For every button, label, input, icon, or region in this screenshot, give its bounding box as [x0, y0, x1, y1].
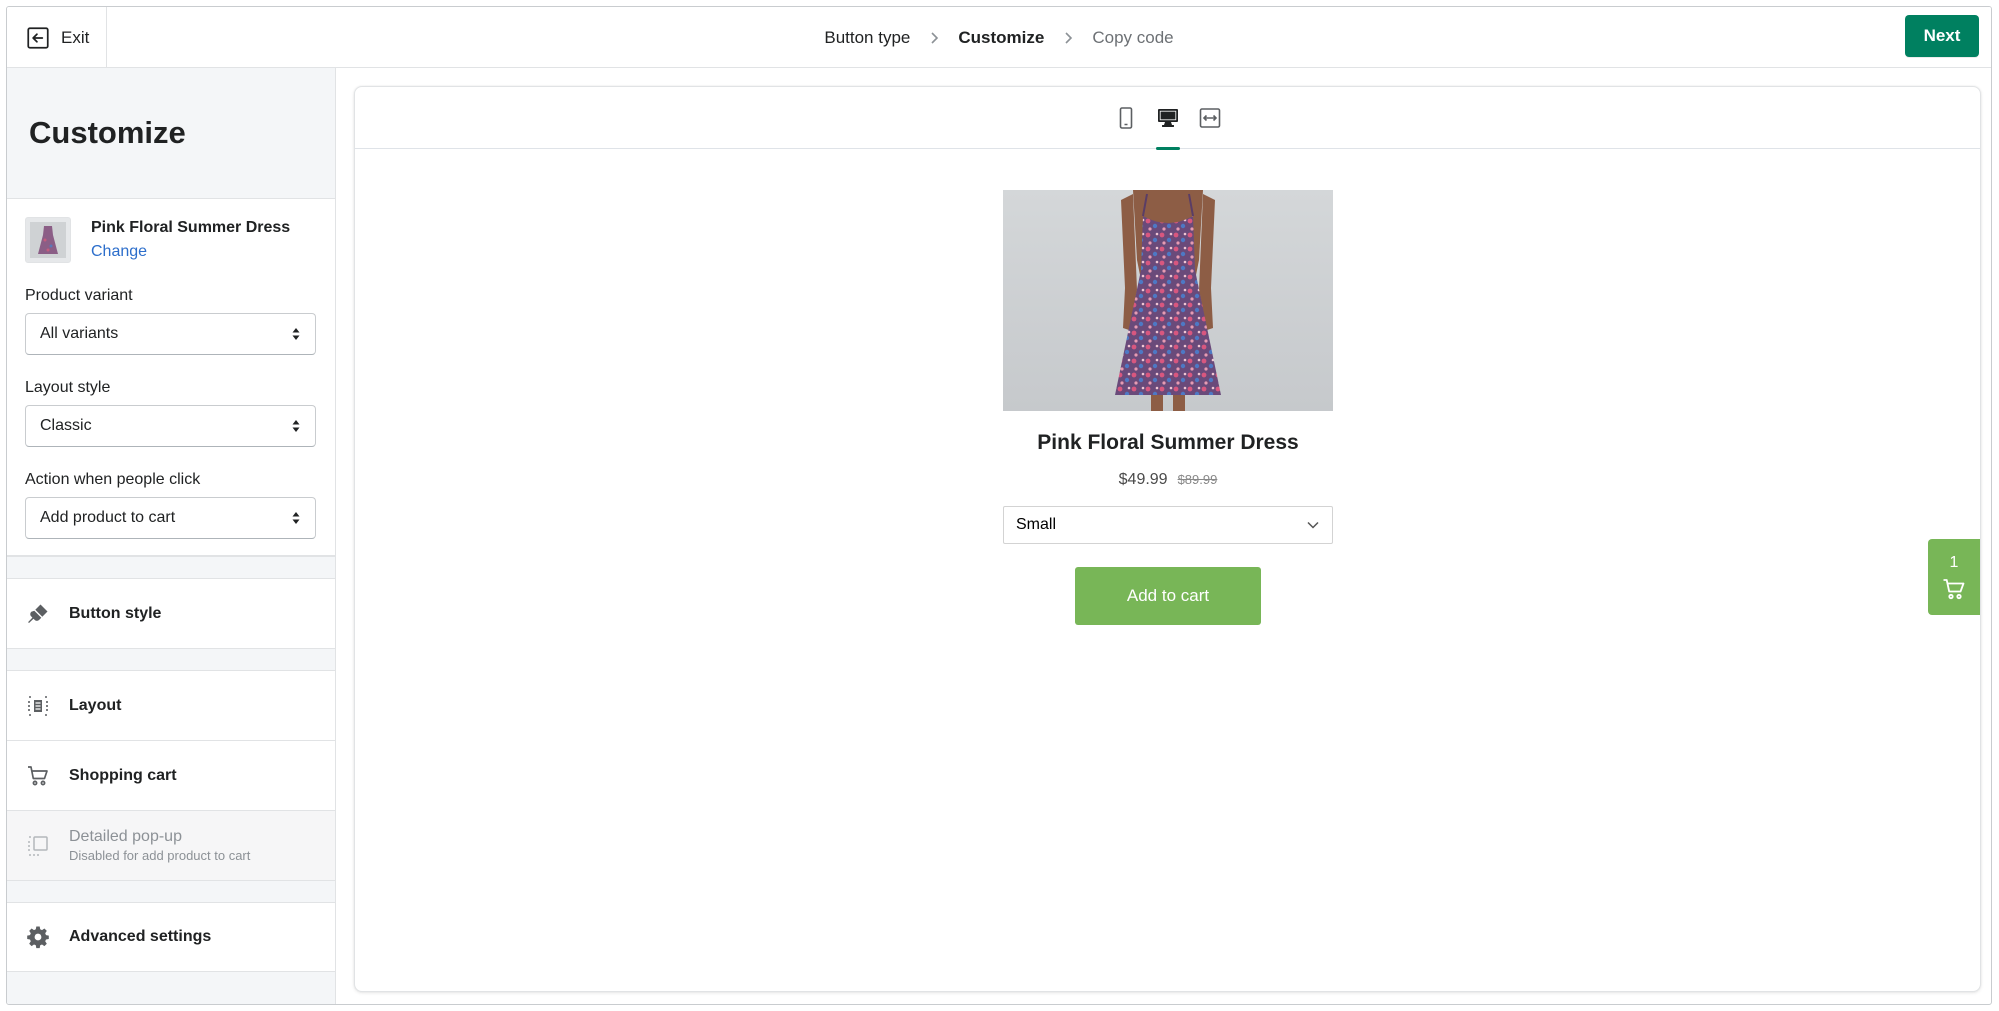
- breadcrumb: Button type Customize Copy code: [7, 7, 1991, 68]
- sidebar-item-label: Detailed pop-up: [69, 828, 182, 845]
- sidebar-title: Customize: [7, 68, 335, 198]
- click-action-value: Add product to cart: [40, 509, 176, 526]
- sidebar-item-label: Layout: [69, 696, 122, 714]
- product-settings-card: Pink Floral Summer Dress Change Product …: [7, 198, 335, 556]
- sidebar-item-shopping-cart[interactable]: Shopping cart: [7, 740, 335, 810]
- chevron-down-icon: [1307, 521, 1319, 529]
- exit-button[interactable]: Exit: [7, 7, 107, 68]
- cart-icon: [25, 763, 51, 789]
- dress-thumbnail-icon: [30, 222, 66, 258]
- layout-style-label: Layout style: [25, 379, 111, 396]
- buy-button-preview: Pink Floral Summer Dress $49.99 $89.99 S…: [1003, 190, 1333, 625]
- preview-panel: Pink Floral Summer Dress $49.99 $89.99 S…: [354, 86, 1981, 992]
- chevron-right-icon: [928, 30, 940, 46]
- expand-width-icon: [1199, 107, 1220, 128]
- chevron-right-icon: [1062, 30, 1074, 46]
- compare-at-price: $89.99: [1177, 472, 1218, 487]
- sidebar: Customize Pink Floral Summer Dress Chang…: [7, 68, 336, 1004]
- click-action-label: Action when people click: [25, 471, 201, 488]
- fullwidth-view-button[interactable]: [1189, 87, 1231, 149]
- app-window: Exit Button type Customize Copy code Nex…: [6, 6, 1992, 1005]
- select-arrows-icon: [292, 512, 300, 524]
- exit-label: Exit: [61, 27, 90, 47]
- top-bar: Exit Button type Customize Copy code Nex…: [7, 7, 1991, 68]
- breadcrumb-customize[interactable]: Customize: [958, 28, 1044, 48]
- sidebar-item-sublabel: Disabled for add product to cart: [69, 848, 251, 863]
- size-select-value: Small: [1016, 516, 1057, 533]
- product-thumbnail: [25, 217, 71, 263]
- desktop-view-button[interactable]: [1147, 87, 1189, 150]
- cart-toggle[interactable]: 1: [1928, 539, 1980, 615]
- popup-icon: [25, 833, 51, 859]
- price: $49.99: [1118, 471, 1168, 488]
- section-gap: [7, 880, 335, 902]
- sidebar-item-label: Advanced settings: [69, 928, 212, 945]
- exit-icon: [27, 26, 49, 49]
- section-gap: [7, 648, 335, 670]
- sidebar-item-layout[interactable]: Layout: [7, 670, 335, 740]
- preview-product-title: Pink Floral Summer Dress: [1037, 431, 1299, 454]
- product-image: [1003, 190, 1333, 411]
- sidebar-item-button-style[interactable]: Button style: [7, 578, 335, 648]
- sidebar-item-label: Button style: [69, 604, 162, 622]
- click-action-select[interactable]: Add product to cart: [25, 497, 316, 539]
- layout-style-value: Classic: [40, 417, 92, 434]
- cart-icon: [1943, 579, 1965, 600]
- gear-icon: [25, 924, 51, 950]
- paint-brush-icon: [25, 601, 51, 627]
- change-product-link[interactable]: Change: [91, 243, 147, 261]
- product-variant-select[interactable]: All variants: [25, 313, 316, 355]
- selected-product: Pink Floral Summer Dress Change: [25, 217, 317, 263]
- product-name: Pink Floral Summer Dress: [91, 219, 291, 236]
- layout-icon: [25, 693, 51, 719]
- dress-image: [1115, 190, 1221, 411]
- select-arrows-icon: [292, 328, 300, 340]
- select-arrows-icon: [292, 420, 300, 432]
- price-row: $49.99 $89.99: [1119, 471, 1218, 489]
- layout-style-select[interactable]: Classic: [25, 405, 316, 447]
- mobile-view-button[interactable]: [1105, 87, 1147, 149]
- product-variant-label: Product variant: [25, 287, 133, 304]
- sidebar-item-detailed-popup: Detailed pop-up Disabled for add product…: [7, 810, 335, 880]
- breadcrumb-button-type[interactable]: Button type: [824, 28, 910, 48]
- sidebar-item-advanced-settings[interactable]: Advanced settings: [7, 902, 335, 972]
- sidebar-item-label: Shopping cart: [69, 766, 177, 784]
- cart-count-badge: 1: [1949, 554, 1959, 571]
- size-select[interactable]: Small: [1003, 506, 1333, 544]
- add-to-cart-button[interactable]: Add to cart: [1075, 567, 1261, 625]
- device-toggle: [355, 87, 1980, 150]
- section-gap: [7, 556, 335, 578]
- next-button[interactable]: Next: [1905, 15, 1979, 57]
- breadcrumb-copy-code[interactable]: Copy code: [1092, 28, 1173, 48]
- mobile-icon: [1119, 106, 1132, 129]
- desktop-icon: [1157, 108, 1178, 127]
- product-variant-value: All variants: [40, 325, 119, 342]
